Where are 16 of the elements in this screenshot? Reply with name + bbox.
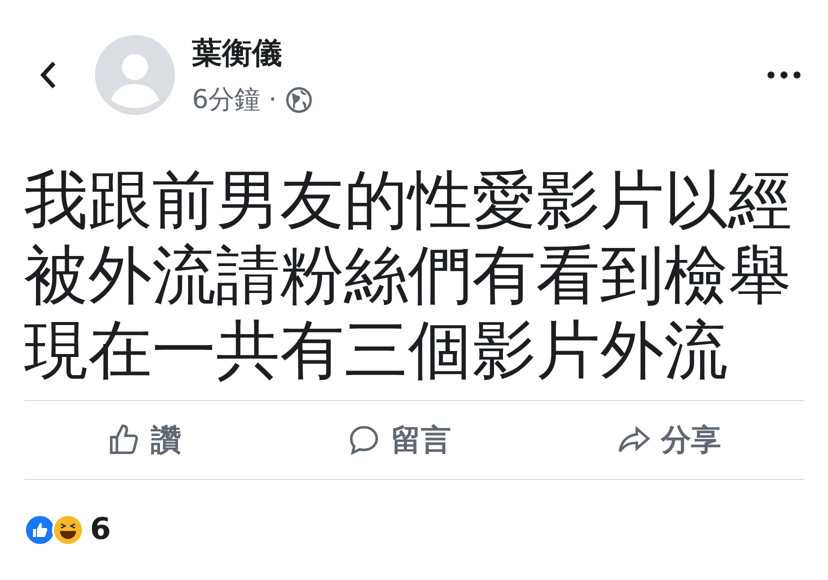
like-reaction-icon — [24, 514, 56, 546]
laughing-face-icon — [52, 514, 84, 546]
speech-bubble-icon — [347, 423, 381, 457]
reaction-count: 6 — [90, 512, 111, 547]
post-text-line: 現在一共有三個影片外流 — [24, 314, 729, 389]
post-time: 6分鐘 — [192, 84, 261, 117]
share-button[interactable]: 分享 — [609, 416, 729, 464]
post-text-line: 我跟前男友的性愛影片以經 — [24, 164, 793, 239]
separator-dot: · — [268, 84, 277, 114]
author-name: 葉衡儀 — [192, 35, 283, 73]
back-icon[interactable] — [38, 60, 58, 90]
post-text-line: 被外流請粉絲們有看到檢舉 — [24, 239, 793, 314]
like-button[interactable]: 讚 — [99, 416, 189, 464]
comment-button[interactable]: 留言 — [339, 416, 459, 464]
thumbs-up-icon — [107, 423, 141, 457]
globe-icon — [284, 86, 313, 114]
